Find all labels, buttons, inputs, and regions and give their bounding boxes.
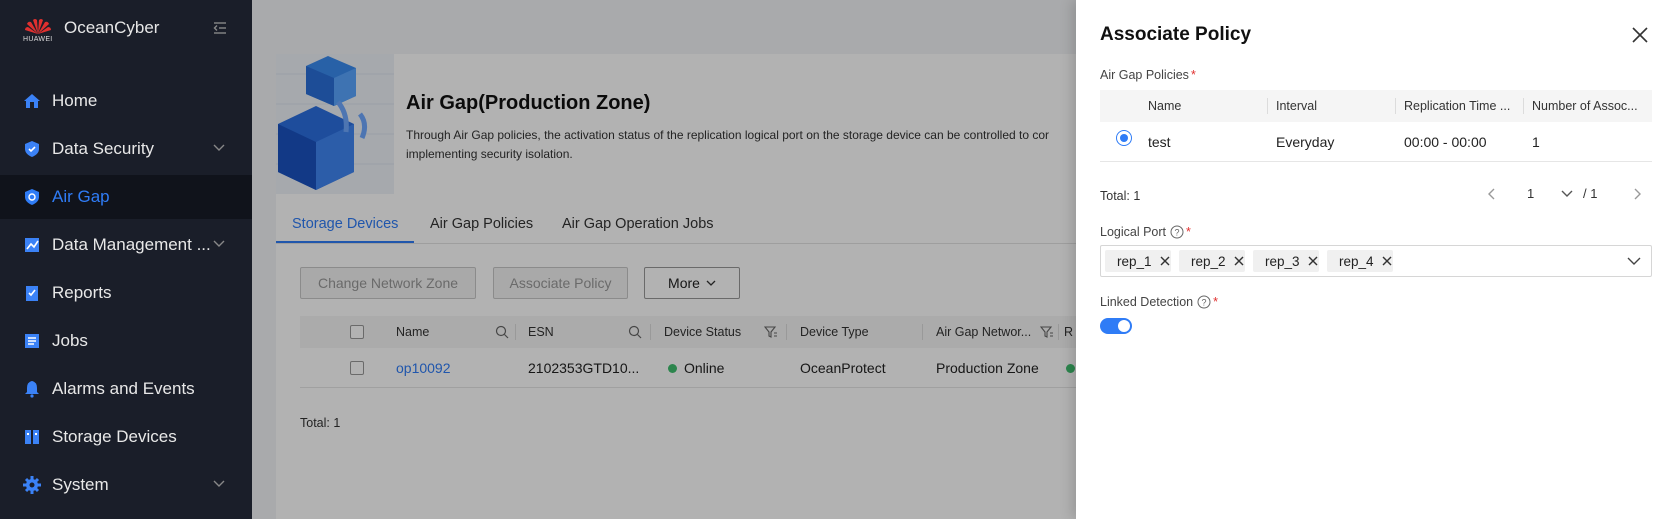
sidebar-item-label: Data Management ...: [52, 235, 211, 254]
sidebar-item-system[interactable]: System: [0, 463, 252, 507]
policy-replication-time: 00:00 - 00:00: [1404, 134, 1487, 150]
radio-dot: [1120, 134, 1128, 142]
port-tag-label: rep_4: [1339, 253, 1374, 269]
help-icon[interactable]: ?: [1197, 295, 1211, 309]
sidebar-item-data-security[interactable]: Data Security: [0, 127, 252, 171]
required-mark: *: [1213, 295, 1218, 309]
sidebar-item-home[interactable]: Home: [0, 79, 252, 123]
column-header-name: Name: [1148, 99, 1182, 113]
policies-total: Total: 1: [1100, 189, 1141, 203]
chevron-left-icon[interactable]: [1486, 187, 1498, 201]
toggle-knob: [1118, 320, 1130, 332]
collapse-menu-icon[interactable]: [212, 20, 228, 36]
chevron-down-icon[interactable]: [1627, 257, 1641, 266]
bell-icon: [25, 381, 39, 398]
reports-icon: [26, 286, 38, 301]
app-name: OceanCyber: [64, 18, 160, 37]
svg-text:?: ?: [1202, 298, 1207, 308]
policy-interval: Everyday: [1276, 134, 1335, 150]
sidebar-item-label: Reports: [52, 283, 112, 302]
required-mark: *: [1186, 225, 1191, 239]
chevron-down-icon: [213, 144, 225, 151]
pager-total-pages: / 1: [1583, 186, 1598, 201]
port-tag: rep_4: [1327, 250, 1393, 272]
data-management-icon: [25, 238, 39, 252]
sidebar-item-label: Storage Devices: [52, 427, 177, 446]
sidebar-item-air-gap[interactable]: Air Gap: [0, 175, 252, 219]
air-gap-policies-label: Air Gap Policies *: [1100, 68, 1196, 82]
linked-detection-label-text: Linked Detection: [1100, 295, 1194, 309]
air-gap-policies-label-text: Air Gap Policies: [1100, 68, 1189, 82]
sidebar-item-jobs[interactable]: Jobs: [0, 319, 252, 363]
column-separator: [1267, 98, 1268, 114]
column-separator: [1395, 98, 1396, 114]
port-tag-label: rep_3: [1265, 253, 1300, 269]
sidebar-item-label: Jobs: [52, 331, 88, 350]
drawer-title: Associate Policy: [1100, 24, 1252, 45]
close-icon[interactable]: [1631, 26, 1649, 44]
linked-detection-label: Linked Detection ? *: [1100, 295, 1218, 309]
port-tag: rep_3: [1253, 250, 1319, 272]
chevron-right-icon[interactable]: [1631, 187, 1643, 201]
sidebar-item-alarms[interactable]: Alarms and Events: [0, 367, 252, 411]
shield-icon: [25, 141, 39, 157]
remove-tag-icon[interactable]: [1234, 256, 1244, 266]
chevron-down-icon[interactable]: [1560, 189, 1574, 199]
logical-port-label: Logical Port ? *: [1100, 225, 1191, 239]
brand-logo-text: HUAWEI: [23, 36, 53, 43]
logical-port-select[interactable]: rep_1 rep_2 rep_3 rep_4: [1100, 245, 1652, 277]
sidebar-item-data-management[interactable]: Data Management ...: [0, 223, 252, 267]
sidebar-item-label: System: [52, 475, 109, 494]
storage-icon: [25, 430, 39, 444]
air-gap-shield-icon: [25, 189, 39, 205]
linked-detection-toggle[interactable]: [1100, 318, 1132, 334]
table-row[interactable]: test Everyday 00:00 - 00:00 1: [1100, 122, 1652, 162]
sidebar-item-label: Air Gap: [52, 187, 110, 206]
pager-current-page[interactable]: 1: [1527, 186, 1534, 201]
sidebar: HUAWEI OceanCyber Home Data Security Air…: [0, 0, 252, 519]
required-mark: *: [1190, 68, 1196, 82]
policy-associated-count: 1: [1532, 134, 1540, 150]
port-tag-label: rep_1: [1117, 253, 1152, 269]
column-header-interval: Interval: [1276, 99, 1317, 113]
policy-radio-selected[interactable]: [1116, 130, 1132, 146]
svg-text:?: ?: [1175, 228, 1180, 238]
gear-icon: [23, 476, 41, 494]
column-separator: [1523, 98, 1524, 114]
help-icon[interactable]: ?: [1170, 225, 1184, 239]
port-tag: rep_2: [1179, 250, 1245, 272]
sidebar-item-label: Home: [52, 91, 98, 110]
associate-policy-drawer: Associate Policy Air Gap Policies * Name…: [1076, 0, 1668, 519]
policies-table-header: Name Interval Replication Time ... Numbe…: [1100, 90, 1652, 122]
chevron-down-icon: [213, 480, 225, 487]
sidebar-item-reports[interactable]: Reports: [0, 271, 252, 315]
column-header-replication-time: Replication Time ...: [1404, 99, 1511, 113]
sidebar-item-label: Data Security: [52, 139, 155, 158]
jobs-icon: [25, 334, 39, 348]
sidebar-item-label: Alarms and Events: [52, 379, 195, 398]
sidebar-item-storage-devices[interactable]: Storage Devices: [0, 415, 252, 459]
remove-tag-icon[interactable]: [1382, 256, 1392, 266]
brand: HUAWEI OceanCyber: [0, 0, 252, 56]
policy-name: test: [1148, 134, 1171, 150]
home-icon: [24, 94, 40, 108]
logical-port-label-text: Logical Port: [1100, 225, 1167, 239]
column-header-number-of-associated: Number of Assoc...: [1532, 99, 1638, 113]
port-tag: rep_1: [1105, 250, 1171, 272]
chevron-down-icon: [213, 240, 225, 247]
port-tag-label: rep_2: [1191, 253, 1226, 269]
remove-tag-icon[interactable]: [1160, 256, 1170, 266]
remove-tag-icon[interactable]: [1308, 256, 1318, 266]
